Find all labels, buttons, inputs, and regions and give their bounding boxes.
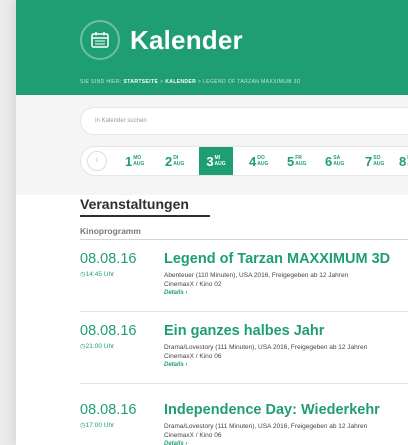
date-number: 8 [399, 153, 407, 169]
date-month-label: AUG [295, 161, 307, 167]
event-title[interactable]: Ein ganzes halbes Jahr [164, 323, 324, 339]
heading-underline [80, 215, 210, 217]
date-weekday: FR AUG [295, 155, 306, 167]
breadcrumb: SIE SIND HIER: STARTSEITE > KALENDER > L… [80, 79, 301, 85]
header: Kalender SIE SIND HIER: STARTSEITE > KAL… [16, 0, 408, 95]
date-tab-8[interactable]: 8MOAUG [399, 147, 408, 175]
event-time: ◷21:00 Uhr [80, 342, 114, 350]
date-number: 2 [165, 153, 173, 169]
event-details-link[interactable]: Details › [164, 290, 187, 296]
event-time-text: 21:00 Uhr [85, 343, 115, 350]
date-tab-5[interactable]: 5 FR AUG [287, 147, 306, 175]
date-weekday: DO AUG [257, 155, 268, 167]
event-time-text: 14:45 Uhr [85, 271, 115, 278]
event-venue: CinemaxX / Kino 06 [164, 431, 222, 439]
event-venue: CinemaxX / Kino 06 [164, 352, 222, 360]
event-date: 08.08.16 [80, 251, 137, 267]
date-weekday: MI AUG [215, 155, 226, 167]
event-title[interactable]: Independence Day: Wiederkehr [164, 402, 380, 418]
event-meta: Drama/Lovestory (111 Minuten), USA 2016,… [164, 423, 408, 440]
event-divider [80, 311, 408, 312]
date-weekday: SA AUG [333, 155, 344, 167]
date-tab-1[interactable]: 1 MO AUG [125, 147, 144, 175]
date-number: 6 [325, 153, 333, 169]
event-details-link[interactable]: Details › [164, 441, 187, 445]
event-info: Abenteuer (110 Minuten), USA 2016, Freig… [164, 272, 349, 279]
date-tab-2[interactable]: 2 DI AUG [165, 147, 184, 175]
date-tab-7[interactable]: 7 SO AUG [365, 147, 384, 175]
date-number: 7 [365, 153, 373, 169]
date-weekday: MOAUG [133, 155, 144, 167]
event-info: Drama/Lovestory (111 Minuten), USA 2016,… [164, 423, 368, 430]
calendar-icon [80, 20, 120, 60]
date-strip: ‹ 1 MO AUG 2 DI AUG 3 MI AUG 4 DO AUG 5 FR AUG 6 SA AUG 7 S… [80, 146, 408, 176]
breadcrumb-separator: > [197, 79, 202, 85]
date-number: 4 [249, 153, 257, 169]
breadcrumb-current: LEGEND OF TARZAN MAXXIMUM 3D [203, 79, 301, 85]
category-heading: Kinoprogramm [80, 226, 141, 236]
event-date: 08.08.16 [80, 323, 137, 339]
date-weekday: DI AUG [173, 155, 184, 167]
event-time: ◷17:00 Uhr [80, 421, 114, 429]
event-title[interactable]: Legend of Tarzan MAXXIMUM 3D [164, 251, 390, 267]
page-title: Kalender [130, 25, 243, 55]
date-weekday: SO AUG [373, 155, 384, 167]
event-time-text: 17:00 Uhr [85, 422, 115, 429]
date-month-label: AUG [257, 161, 269, 167]
event-meta: Drama/Lovestory (111 Minuten), USA 2016,… [164, 344, 408, 361]
date-month-label: AUG [133, 161, 145, 167]
date-month-label: AUG [373, 161, 385, 167]
search-input[interactable]: In Kalender suchen [80, 107, 408, 135]
event-info: Drama/Lovestory (111 Minuten), USA 2016,… [164, 344, 368, 351]
date-tab-4[interactable]: 4 DO AUG [249, 147, 268, 175]
event-details-link[interactable]: Details › [164, 362, 187, 368]
breadcrumb-separator: > [160, 79, 164, 85]
event-date: 08.08.16 [80, 402, 137, 418]
event-meta: Abenteuer (110 Minuten), USA 2016, Freig… [164, 272, 408, 289]
breadcrumb-link-kalender[interactable]: KALENDER [165, 79, 196, 85]
date-tab-3[interactable]: 3 MI AUG [199, 147, 233, 175]
breadcrumb-prefix: SIE SIND HIER: [80, 79, 122, 85]
date-tab-6[interactable]: 6 SA AUG [325, 147, 344, 175]
event-venue: CinemaxX / Kino 02 [164, 280, 222, 288]
date-month-label: AUG [173, 161, 185, 167]
category-divider [80, 239, 408, 240]
date-month-label: AUG [214, 161, 226, 167]
event-divider [80, 383, 408, 384]
date-number: 1 [125, 153, 133, 169]
date-number: 3 [206, 153, 214, 169]
breadcrumb-link-startseite[interactable]: STARTSEITE [124, 79, 159, 85]
date-month-label: AUG [333, 161, 345, 167]
event-time: ◷14:45 Uhr [80, 270, 114, 278]
chevron-left-icon[interactable]: ‹ [87, 151, 107, 171]
section-heading: Veranstaltungen [80, 196, 189, 212]
date-number: 5 [287, 153, 295, 169]
page: Kalender SIE SIND HIER: STARTSEITE > KAL… [16, 0, 408, 445]
